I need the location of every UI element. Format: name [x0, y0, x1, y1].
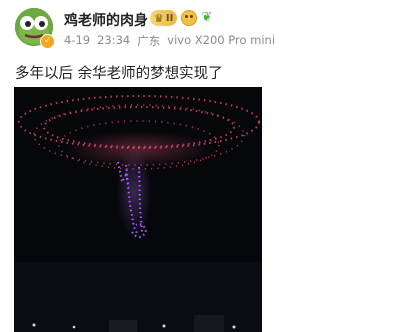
post-date: 4-19 — [64, 33, 91, 47]
vip-badge[interactable]: ♛ II — [150, 10, 178, 26]
post-image[interactable] — [14, 87, 262, 332]
post-text: 多年以后 余华老师的梦想实现了 — [15, 66, 223, 82]
verified-badge-icon: ✓ — [40, 34, 55, 49]
badge-row: ♛ II ❦ — [150, 10, 212, 26]
post-device: vivo X200 Pro mini — [167, 33, 276, 47]
sprout-icon[interactable]: ❦ — [201, 10, 212, 26]
crown-icon: ♛ — [154, 11, 164, 25]
smiley-face-icon[interactable] — [181, 10, 198, 26]
post-meta: 4-19 23:34 广东 vivo X200 Pro mini — [64, 33, 275, 49]
vip-level: II — [165, 12, 174, 24]
post-location: 广东 — [137, 34, 161, 48]
post-time: 23:34 — [97, 33, 131, 47]
author-name[interactable]: 鸡老师的肉身 — [64, 10, 148, 30]
drone-light-show-icon — [14, 87, 262, 332]
